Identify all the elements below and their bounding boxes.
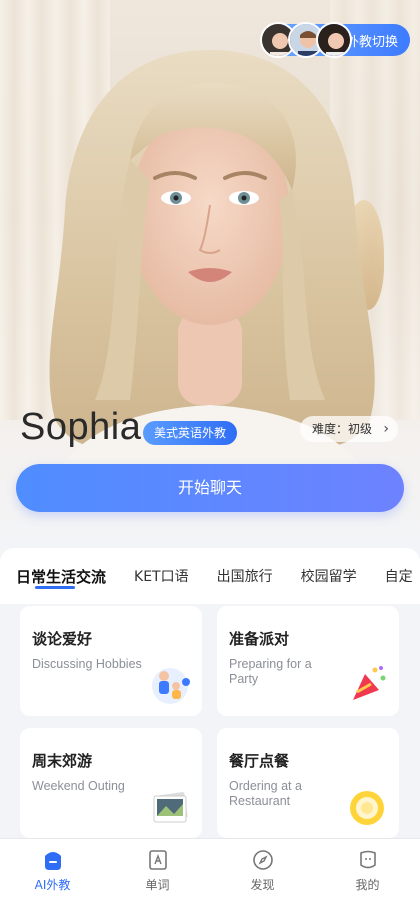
nav-label: 单词 <box>145 877 170 892</box>
card-title: 谈论爱好 <box>32 630 93 648</box>
photos-illustration <box>153 792 188 823</box>
party-popper-illustration <box>353 666 386 700</box>
nav-discover[interactable]: 发现 <box>210 839 315 901</box>
compass-icon <box>252 849 273 870</box>
teacher-name: Sophia <box>20 406 142 448</box>
scenario-card[interactable]: 谈论爱好 Discussing Hobbies <box>20 606 202 716</box>
scenario-card[interactable]: 餐厅点餐 Ordering at a Restaurant <box>217 728 399 838</box>
card-title: 周末郊游 <box>32 752 93 770</box>
teacher-avatars[interactable] <box>260 22 352 58</box>
start-chat-button[interactable]: 开始聊天 <box>16 464 404 512</box>
hobby-illustration <box>152 668 190 704</box>
ai-teacher-icon <box>44 851 61 870</box>
card-subtitle: Discussing Hobbies <box>32 657 142 671</box>
nav-label: 发现 <box>250 877 275 892</box>
bottom-navigation: AI外教 单词 发现 我的 <box>0 838 420 901</box>
tab-ket-speaking[interactable]: KET口语 <box>134 566 189 586</box>
card-title: 餐厅点餐 <box>229 752 290 770</box>
card-subtitle: Ordering at a Restaurant <box>229 779 302 808</box>
teacher-switch-label: 外教切换 <box>345 34 398 50</box>
tab-daily-life[interactable]: 日常生活交流 <box>16 566 106 587</box>
active-tab-indicator <box>35 586 75 589</box>
teacher-badge: 美式英语外教 <box>143 421 238 445</box>
nav-vocabulary[interactable]: 单词 <box>105 839 210 901</box>
card-subtitle: Weekend Outing <box>32 779 125 793</box>
scenario-card[interactable]: 准备派对 Preparing for a Party <box>217 606 399 716</box>
scenario-grid: 谈论爱好 Discussing Hobbies 准备派对 Preparing f… <box>0 604 420 838</box>
avatar <box>316 22 352 58</box>
teacher-hero: 外教切换 Sophia 美式英语外教 难度：初级 › 开始聊天 <box>0 0 420 548</box>
chevron-right-icon: › <box>383 421 389 437</box>
card-subtitle: Preparing for a Party <box>229 657 312 686</box>
tab-study-abroad[interactable]: 校园留学 <box>301 566 357 586</box>
nav-ai-teacher[interactable]: AI外教 <box>0 839 105 901</box>
profile-icon <box>359 850 376 868</box>
nav-label: 我的 <box>355 877 380 892</box>
vocabulary-icon <box>148 849 167 870</box>
nav-label: AI外教 <box>34 877 71 892</box>
topic-tabs: 日常生活交流 KET口语 出国旅行 校园留学 自定 <box>0 548 420 604</box>
difficulty-selector[interactable]: 难度：初级 › <box>299 416 398 442</box>
card-title: 准备派对 <box>229 630 290 648</box>
scenario-card[interactable]: 周末郊游 Weekend Outing <box>20 728 202 838</box>
nav-profile[interactable]: 我的 <box>315 839 420 901</box>
difficulty-label: 难度：初级 <box>311 422 372 436</box>
tab-travel-abroad[interactable]: 出国旅行 <box>217 566 273 586</box>
plate-illustration <box>350 791 384 825</box>
tab-custom[interactable]: 自定 <box>385 566 413 586</box>
